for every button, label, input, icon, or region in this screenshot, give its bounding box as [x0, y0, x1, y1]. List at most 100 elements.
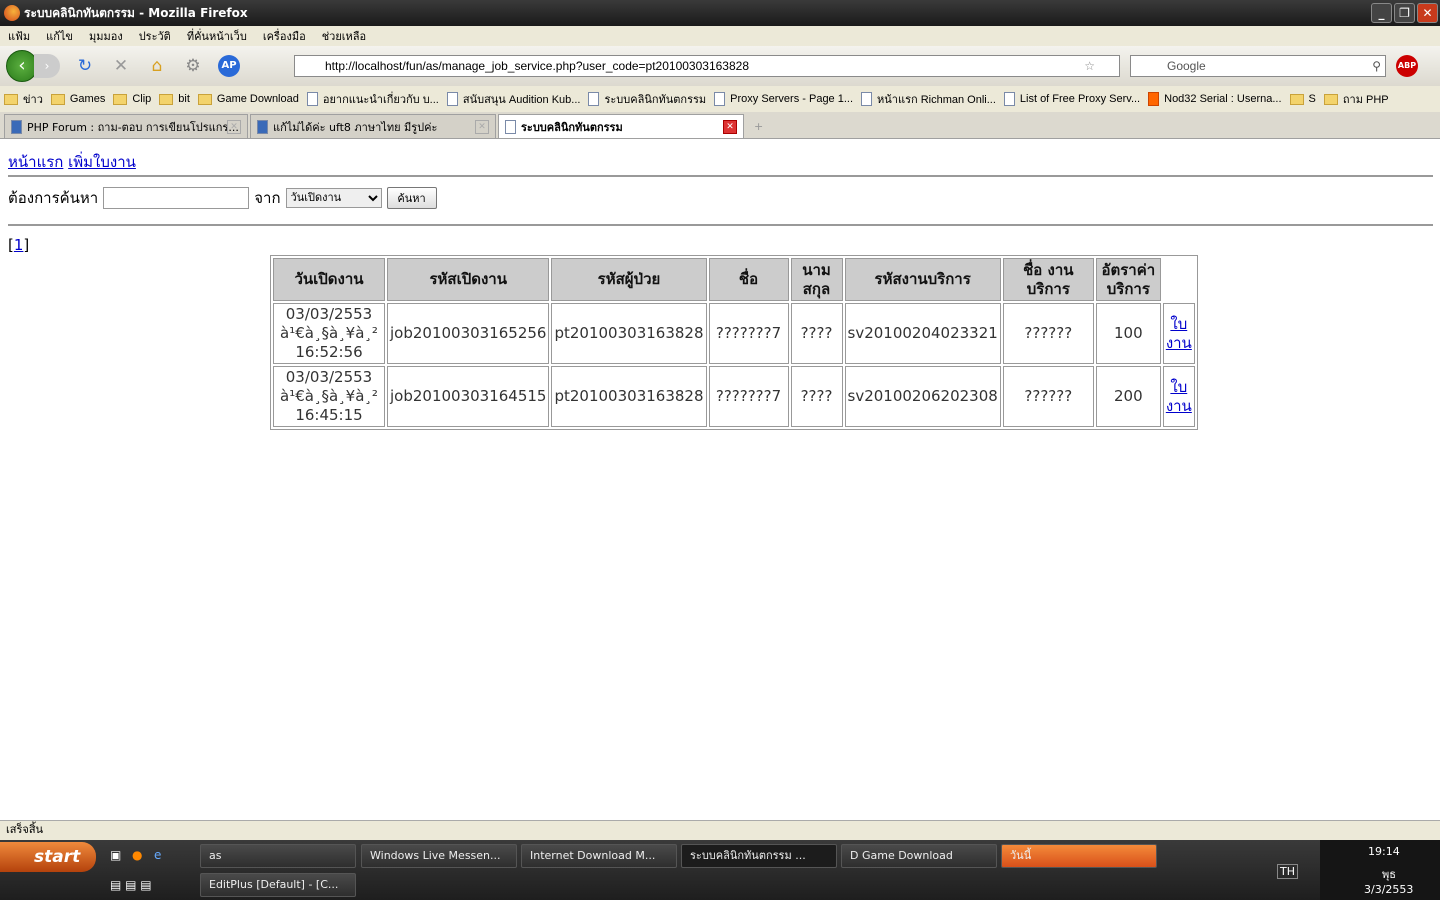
task-firefox[interactable]: ระบบคลินิกทันตกรรม ...	[681, 844, 837, 868]
minimize-button[interactable]: _	[1371, 3, 1392, 23]
divider	[8, 175, 1433, 177]
status-text: เสร็จสิ้น	[6, 823, 44, 836]
status-bar: เสร็จสิ้น	[0, 820, 1440, 840]
tab-php-forum[interactable]: PHP Forum : ถาม-ตอบ การเขียนโปรแกร... ✕	[4, 114, 248, 138]
tab-close-icon[interactable]: ✕	[227, 119, 241, 134]
utorrent-icon[interactable]: ▣	[110, 848, 121, 862]
menu-help[interactable]: ช่วยเหลือ	[322, 27, 366, 45]
window-title: ระบบคลินิกทันตกรรม - Mozilla Firefox	[24, 5, 248, 20]
stop-icon[interactable]: ✕	[110, 55, 132, 77]
bookmark-label: Games	[69, 93, 106, 105]
bookmark-item[interactable]: Proxy Servers - Page 1...	[714, 92, 853, 106]
tab-strip: PHP Forum : ถาม-ตอบ การเขียนโปรแกร... ✕ แ…	[0, 112, 1440, 139]
from-label: จาก	[254, 189, 281, 207]
new-tab-button[interactable]: +	[746, 120, 771, 138]
bookmark-item[interactable]: Games	[50, 93, 106, 105]
bookmark-item[interactable]: หน้าแรก Richman Onli...	[861, 90, 996, 108]
clock-time[interactable]: 19:14	[1368, 845, 1400, 858]
menu-bar: แฟ้ม แก้ไข มุมมอง ประวัติ ที่คั่นหน้าเว็…	[0, 26, 1440, 46]
bookmark-label: ระบบคลินิกทันตกรรม	[604, 94, 707, 106]
search-input[interactable]	[103, 187, 250, 209]
bookmark-label: bit	[178, 93, 190, 105]
job-sheet-link[interactable]: ใบงาน	[1166, 378, 1192, 415]
tab-close-icon[interactable]: ✕	[723, 119, 737, 134]
language-indicator[interactable]: TH	[1277, 864, 1298, 879]
home-link[interactable]: หน้าแรก	[8, 153, 63, 171]
bookmark-item[interactable]: bit	[159, 93, 190, 105]
bookmark-item[interactable]: อยากแนะนำเกี่ยวกับ บ...	[306, 90, 439, 108]
taskbar: start ▣ ● e ▤ ▤ ▤ as Windows Live Messen…	[0, 840, 1440, 900]
adblock-icon[interactable]: ABP	[1396, 55, 1418, 77]
bookmark-label: List of Free Proxy Serv...	[1019, 93, 1141, 105]
ap-icon[interactable]: AP	[218, 55, 240, 77]
addon-icon[interactable]: ⚙	[182, 55, 204, 77]
header-job-code: รหัสเปิดงาน	[387, 258, 550, 301]
folder-icon	[197, 93, 212, 105]
task-today[interactable]: วันนี้	[1001, 844, 1157, 868]
tab-label: PHP Forum : ถาม-ตอบ การเขียนโปรแกร...	[27, 120, 239, 134]
bookmark-item[interactable]: List of Free Proxy Serv...	[1003, 92, 1141, 106]
network-icon[interactable]: ▤ ▤ ▤	[110, 878, 152, 892]
page-link-1[interactable]: 1	[14, 236, 24, 254]
tab-favicon	[505, 119, 516, 134]
menu-view[interactable]: มุมมอง	[89, 27, 123, 45]
ie-icon[interactable]: e	[154, 848, 161, 862]
menu-tools[interactable]: เครื่องมือ	[263, 27, 306, 45]
firefox-icon	[4, 5, 20, 21]
menu-file[interactable]: แฟ้ม	[8, 27, 30, 45]
bookmark-label: Game Download	[216, 93, 299, 105]
tab-utf8[interactable]: แก้ไม่ได้ค่ะ uft8 ภาษาไทย มีรูปค่ะ ✕	[250, 114, 496, 138]
pagination: [1]	[8, 236, 30, 254]
page-icon	[446, 92, 458, 106]
job-sheet-link[interactable]: ใบงาน	[1166, 315, 1192, 352]
search-label: ต้องการค้นหา	[8, 189, 99, 207]
bookmark-item[interactable]: S	[1289, 93, 1316, 105]
add-job-link[interactable]: เพิ่มใบงาน	[68, 153, 136, 171]
bookmark-item[interactable]: Game Download	[197, 93, 299, 105]
task-editplus[interactable]: EditPlus [Default] - [C...	[200, 873, 356, 897]
page-icon	[861, 92, 873, 106]
folder-icon	[50, 93, 65, 105]
task-as[interactable]: as	[200, 844, 356, 868]
task-messenger[interactable]: Windows Live Messen...	[361, 844, 517, 868]
search-box[interactable]: Google ⚲	[1130, 55, 1386, 77]
magnifier-icon[interactable]: ⚲	[1372, 56, 1381, 76]
cell-service-rate: 100	[1095, 303, 1161, 364]
cell-action: ใบงาน	[1162, 303, 1195, 364]
start-button[interactable]: start	[0, 842, 96, 872]
header-first-name: ชื่อ	[708, 258, 789, 301]
reload-icon[interactable]: ↻	[74, 55, 96, 77]
tab-close-icon[interactable]: ✕	[475, 119, 489, 134]
table-row: 03/03/2553 à¹€à¸§à¸¥à¸² 16:45:15 job2010…	[273, 366, 1195, 427]
bookmark-item[interactable]: Clip	[113, 93, 151, 105]
page-icon	[1003, 92, 1015, 106]
star-icon[interactable]: ☆	[1084, 56, 1095, 76]
header-service-rate: อัตราค่า บริการ	[1095, 258, 1161, 301]
forward-button[interactable]: ›	[34, 54, 60, 78]
task-idm[interactable]: Internet Download M...	[521, 844, 677, 868]
search-field-select[interactable]: วันเปิดงาน	[285, 188, 382, 208]
firefox-quicklaunch-icon[interactable]: ●	[132, 848, 142, 862]
system-tray: 19:14 พุธ 3/3/2553	[1320, 840, 1440, 900]
restore-button[interactable]: ❐	[1394, 3, 1415, 23]
header-patient-code: รหัสผู้ป่วย	[551, 258, 707, 301]
bookmark-item[interactable]: สนับสนุน Audition Kub...	[446, 90, 580, 108]
bookmark-label: Nod32 Serial : Userna...	[1164, 93, 1282, 105]
bookmark-item[interactable]: ข่าว	[4, 90, 43, 108]
close-button[interactable]: ✕	[1417, 3, 1438, 23]
bookmark-item[interactable]: Nod32 Serial : Userna...	[1148, 92, 1282, 106]
url-bar[interactable]: http://localhost/fun/as/manage_job_servi…	[294, 55, 1120, 77]
bookmark-item[interactable]: ระบบคลินิกทันตกรรม	[588, 90, 706, 108]
bookmark-item[interactable]: ถาม PHP	[1323, 90, 1389, 108]
menu-edit[interactable]: แก้ไข	[46, 27, 73, 45]
tab-clinic[interactable]: ระบบคลินิกทันตกรรม ✕	[498, 114, 744, 138]
home-icon[interactable]: ⌂	[146, 55, 168, 77]
cell-first-name: ???????7	[708, 303, 789, 364]
search-button[interactable]: ค้นหา	[386, 187, 437, 209]
folder-icon	[113, 93, 128, 105]
page-content: หน้าแรก เพิ่มใบงาน ต้องการค้นหา จาก วันเ…	[0, 140, 1440, 820]
menu-bookmarks[interactable]: ที่คั่นหน้าเว็บ	[187, 27, 247, 45]
clock-day: พุธ	[1382, 868, 1396, 881]
menu-history[interactable]: ประวัติ	[139, 27, 171, 45]
task-game-download[interactable]: D Game Download	[841, 844, 997, 868]
